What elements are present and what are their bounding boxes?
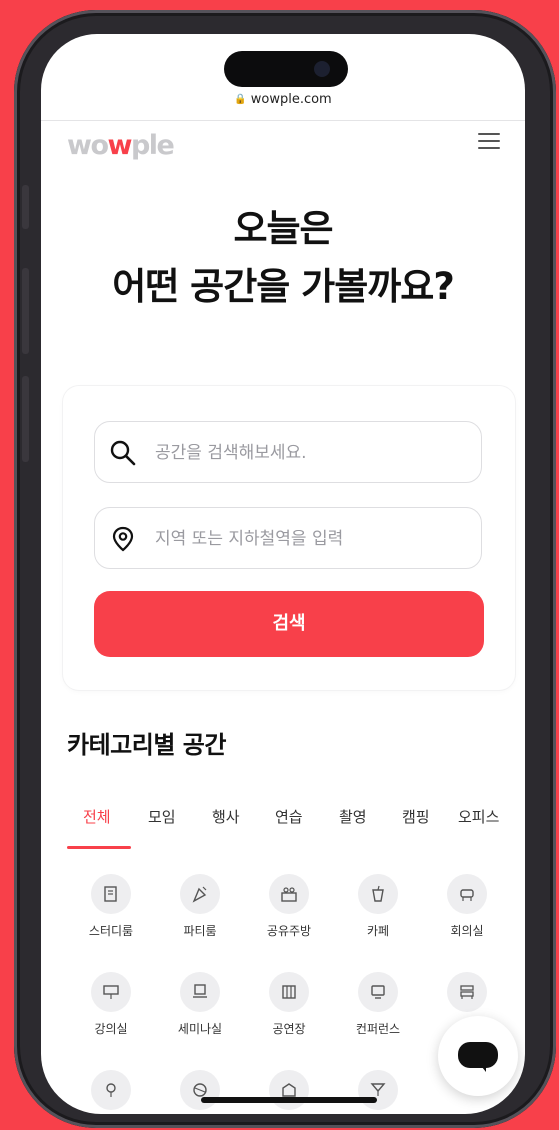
wowple-logo[interactable]: wowple bbox=[67, 130, 175, 161]
category-label: 세미나실 bbox=[177, 1022, 223, 1036]
hero-line-1: 오늘은 bbox=[233, 207, 333, 250]
flower-icon bbox=[106, 1083, 116, 1097]
lock-icon: 🔒 bbox=[234, 94, 247, 105]
search-card: 검색 bbox=[63, 386, 515, 690]
category-rest-area[interactable] bbox=[422, 972, 512, 1020]
active-tab-indicator bbox=[67, 846, 131, 849]
category-tabs: 전체 모임 행사 연습 촬영 캠핑 오피스 bbox=[55, 806, 525, 849]
search-button[interactable]: 검색 bbox=[94, 591, 484, 657]
category-label: 컨퍼런스 bbox=[355, 1022, 401, 1036]
location-pin-icon bbox=[112, 526, 134, 552]
meeting-room-icon bbox=[460, 889, 474, 901]
tab-filming[interactable]: 촬영 bbox=[339, 806, 367, 827]
volume-up-button bbox=[22, 268, 29, 354]
category-label: 스터디룸 bbox=[88, 924, 134, 938]
search-icon bbox=[110, 440, 136, 466]
category-party-room[interactable]: 파티룸 bbox=[155, 874, 245, 939]
category-performance-hall[interactable]: 공연장 bbox=[244, 972, 334, 1037]
study-room-icon bbox=[104, 886, 117, 902]
shared-kitchen-icon bbox=[281, 887, 297, 902]
url-text: wowple.com bbox=[250, 92, 332, 107]
address-bar[interactable]: 🔒 wowple.com bbox=[41, 92, 525, 107]
tab-office[interactable]: 오피스 bbox=[458, 806, 499, 827]
category-label: 파티룸 bbox=[183, 924, 217, 938]
volume-down-button bbox=[22, 376, 29, 462]
address-bar-divider bbox=[41, 120, 525, 121]
hero-heading: 오늘은 어떤 공간을 가볼까요? bbox=[41, 200, 525, 316]
chat-support-button[interactable] bbox=[438, 1016, 518, 1096]
category-label: 카페 bbox=[366, 924, 390, 938]
logo-suffix: ple bbox=[130, 130, 175, 161]
lecture-room-icon bbox=[103, 985, 119, 999]
category-row3-item-3[interactable] bbox=[244, 1070, 334, 1110]
category-row3-item-4[interactable] bbox=[333, 1070, 423, 1110]
performance-hall-icon bbox=[282, 985, 296, 999]
logo-accent: w bbox=[107, 130, 133, 161]
tab-practice[interactable]: 연습 bbox=[275, 806, 303, 827]
rest-area-icon bbox=[460, 985, 474, 999]
location-field[interactable] bbox=[94, 507, 482, 569]
phone-screen: 🔒wowple.com wowple 오늘은 어떤 공간을 가볼까요? 검색 카… bbox=[41, 34, 525, 1114]
conference-icon bbox=[371, 985, 385, 999]
category-section-title: 카테고리별 공간 bbox=[67, 731, 226, 759]
category-row3-item-1[interactable] bbox=[66, 1070, 156, 1110]
location-input[interactable] bbox=[153, 522, 467, 556]
tab-camping[interactable]: 캠핑 bbox=[402, 806, 430, 827]
tab-event[interactable]: 행사 bbox=[212, 806, 240, 827]
category-label: 강의실 bbox=[94, 1022, 128, 1036]
tab-gathering[interactable]: 모임 bbox=[148, 806, 176, 827]
logo-prefix: wo bbox=[67, 130, 109, 161]
category-shared-kitchen[interactable]: 공유주방 bbox=[244, 874, 334, 939]
cafe-icon bbox=[372, 885, 384, 902]
hero-line-2: 어떤 공간을 가볼까요? bbox=[112, 265, 455, 308]
category-conference[interactable]: 컨퍼런스 bbox=[333, 972, 423, 1037]
category-label: 회의실 bbox=[450, 924, 484, 938]
tab-all[interactable]: 전체 bbox=[83, 806, 111, 827]
chat-bubble-tail bbox=[478, 1062, 486, 1072]
category-seminar-room[interactable]: 세미나실 bbox=[155, 972, 245, 1037]
category-label: 공연장 bbox=[272, 1022, 306, 1036]
category-meeting-room[interactable]: 회의실 bbox=[422, 874, 512, 939]
category-lecture-room[interactable]: 강의실 bbox=[66, 972, 156, 1037]
category-row3-item-2[interactable] bbox=[155, 1070, 245, 1110]
home-indicator[interactable] bbox=[201, 1097, 377, 1103]
mute-switch bbox=[22, 185, 29, 229]
category-study-room[interactable]: 스터디룸 bbox=[66, 874, 156, 939]
party-room-icon bbox=[192, 886, 207, 903]
seminar-room-icon bbox=[193, 984, 207, 998]
category-cafe[interactable]: 카페 bbox=[333, 874, 423, 939]
category-label: 공유주방 bbox=[266, 924, 312, 938]
keyword-search-field[interactable] bbox=[94, 421, 482, 483]
dynamic-island bbox=[224, 51, 348, 87]
keyword-search-input[interactable] bbox=[153, 436, 467, 470]
front-camera-icon bbox=[314, 61, 330, 77]
hamburger-menu-icon[interactable] bbox=[478, 133, 500, 151]
